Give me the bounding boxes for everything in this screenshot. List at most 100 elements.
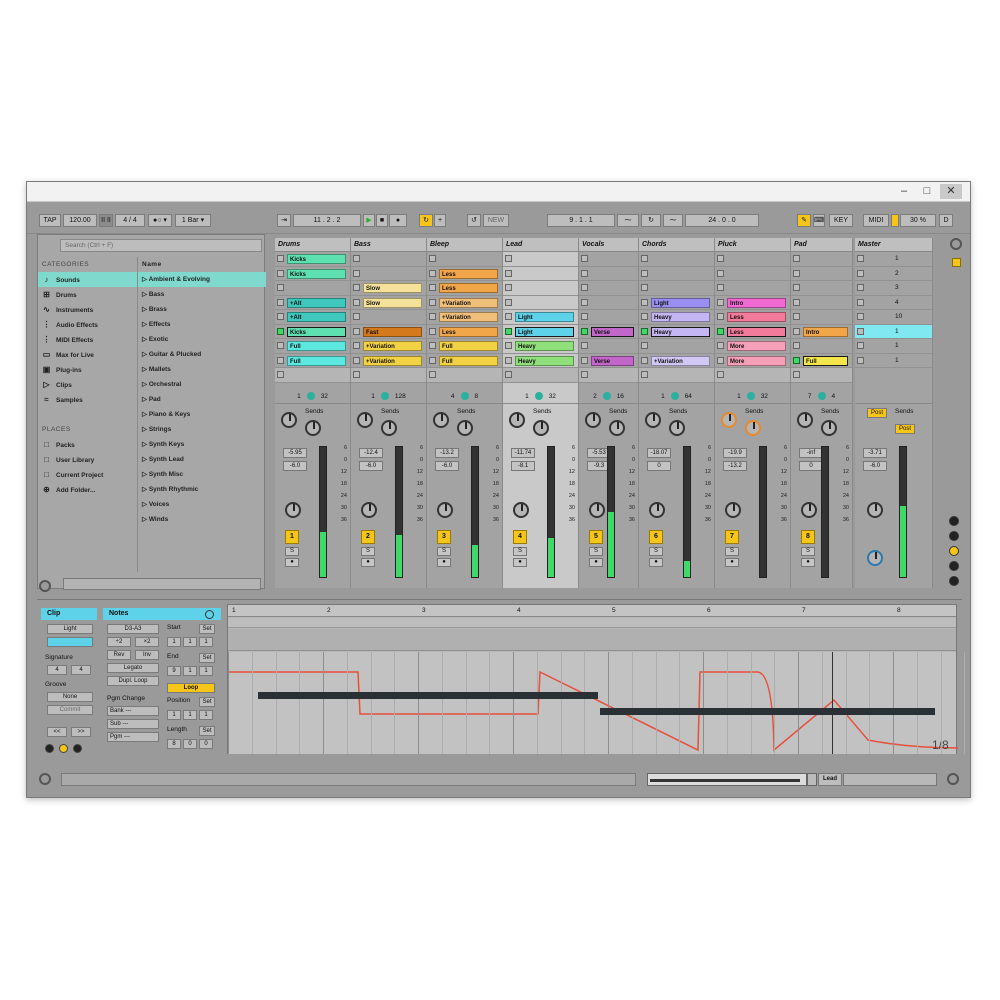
clip-name-field[interactable]: Light xyxy=(47,624,93,634)
level-meter[interactable] xyxy=(683,446,691,578)
midi-note[interactable] xyxy=(258,692,598,699)
clip-slot[interactable] xyxy=(639,281,714,296)
expand-arrow-icon[interactable]: ▷ xyxy=(142,291,149,298)
clip-color-field[interactable] xyxy=(47,637,93,647)
info-toggle-icon[interactable] xyxy=(39,580,51,592)
view-switch-icon[interactable] xyxy=(949,561,959,571)
output-channel[interactable]: 32 xyxy=(321,393,328,400)
clip-slot[interactable]: More xyxy=(715,354,790,368)
position-bar[interactable]: 1 xyxy=(167,710,181,720)
send-a-knob[interactable] xyxy=(721,412,737,428)
input-channel[interactable]: 7 xyxy=(808,393,812,400)
clip-slot[interactable]: Less xyxy=(715,325,790,339)
clip-slot[interactable]: Full xyxy=(427,339,502,354)
level-meter[interactable] xyxy=(319,446,327,578)
pan-knob[interactable] xyxy=(589,502,605,518)
level-meter[interactable] xyxy=(821,446,829,578)
category-5[interactable]: ▭ Max for Live xyxy=(38,347,137,362)
place-1[interactable]: □ User Library xyxy=(38,452,137,467)
pan-knob[interactable] xyxy=(513,502,529,518)
clip[interactable]: +Alt xyxy=(287,297,346,308)
clip[interactable]: Less xyxy=(439,283,498,293)
midi-note-editor[interactable]: 1 2 3 4 5 6 7 8 1/8 xyxy=(227,604,966,754)
clip-launch-icon[interactable] xyxy=(505,313,512,320)
send-a-knob[interactable] xyxy=(433,412,449,428)
notes-toggle-icon[interactable] xyxy=(59,744,68,753)
clip-slot[interactable]: Intro xyxy=(715,296,790,310)
clip-stop-icon[interactable] xyxy=(353,313,360,320)
automation-icon[interactable]: ↺ xyxy=(467,214,481,227)
clip-launch-icon[interactable] xyxy=(641,298,648,306)
category-2[interactable]: ∿ Instruments xyxy=(38,302,137,317)
clip-stop-icon[interactable] xyxy=(429,255,436,262)
clip-stop-icon[interactable] xyxy=(581,255,588,262)
clip[interactable]: Heavy xyxy=(651,312,710,322)
volume-readout[interactable]: -inf xyxy=(799,448,823,458)
clip-launch-icon[interactable] xyxy=(277,313,284,320)
maximize-button[interactable]: □ xyxy=(916,184,938,199)
length-sixteenths[interactable]: 0 xyxy=(199,739,213,749)
send-b-knob[interactable] xyxy=(609,420,625,436)
expand-arrow-icon[interactable]: ▷ xyxy=(142,321,149,328)
clip[interactable]: Verse xyxy=(591,355,634,366)
view-switch-icon[interactable] xyxy=(949,516,959,526)
clip-slot[interactable]: +Variation xyxy=(427,310,502,325)
scene-launch-icon[interactable] xyxy=(857,313,864,320)
note-range-field[interactable]: D3-A3 xyxy=(107,624,159,634)
punch-in-icon[interactable]: ⁓ xyxy=(617,214,639,227)
clip-slot[interactable]: Less xyxy=(427,325,502,339)
sig-denominator[interactable]: 4 xyxy=(71,665,91,675)
clip-slot[interactable] xyxy=(503,296,578,310)
clip[interactable]: Intro xyxy=(727,297,786,308)
follow-icon[interactable]: ⇥ xyxy=(277,214,291,227)
search-input[interactable]: Search (Ctrl + F) xyxy=(60,239,262,252)
clip-slot[interactable]: Kicks xyxy=(275,325,350,339)
clip-slot[interactable]: Full xyxy=(427,354,502,368)
zoom-overview[interactable] xyxy=(647,773,807,786)
end-set-button[interactable]: Set xyxy=(199,653,215,663)
commit-button[interactable]: Commit xyxy=(47,705,93,715)
clip-launch-icon[interactable] xyxy=(277,342,284,349)
clip-slot[interactable]: Heavy xyxy=(503,354,578,368)
clip-launch-icon[interactable] xyxy=(793,327,800,335)
clip-slot[interactable] xyxy=(579,252,638,267)
send-a-knob[interactable] xyxy=(585,412,601,428)
loop-brace[interactable] xyxy=(228,618,956,628)
track-title[interactable]: Bass xyxy=(351,238,426,252)
clip-launch-icon[interactable] xyxy=(717,313,724,320)
output-channel[interactable]: 16 xyxy=(617,393,624,400)
expand-arrow-icon[interactable]: ▷ xyxy=(142,441,149,448)
expand-arrow-icon[interactable]: ▷ xyxy=(142,411,149,418)
clip-launch-icon[interactable] xyxy=(277,269,284,277)
input-channel[interactable]: 1 xyxy=(297,393,301,400)
clip-slot[interactable]: Kicks xyxy=(275,267,350,281)
scene-slot[interactable]: 1 xyxy=(855,339,932,354)
record-button[interactable]: ● xyxy=(389,214,407,227)
pan-knob[interactable] xyxy=(437,502,453,518)
clip[interactable]: Less xyxy=(727,326,786,337)
clip[interactable]: Full xyxy=(439,341,498,351)
stop-clips-slot[interactable] xyxy=(503,368,578,383)
clip[interactable]: +Variation xyxy=(439,297,498,308)
pan-knob[interactable] xyxy=(801,502,817,518)
scene-launch-icon[interactable] xyxy=(857,298,864,306)
expand-arrow-icon[interactable]: ▷ xyxy=(142,306,149,313)
note-grid[interactable]: 1/8 xyxy=(228,652,966,754)
new-button[interactable]: NEW xyxy=(483,214,509,227)
halve-button[interactable]: ÷2 xyxy=(107,637,131,647)
solo-button[interactable]: S xyxy=(649,547,663,556)
session-scroll-icon[interactable] xyxy=(950,238,962,250)
device-icon[interactable] xyxy=(380,392,389,401)
clip-slot[interactable] xyxy=(791,339,852,354)
clip-slot[interactable] xyxy=(639,267,714,281)
expand-arrow-icon[interactable]: ▷ xyxy=(142,396,149,403)
browser-item[interactable]: ▷ Mallets xyxy=(138,362,266,377)
clip-stop-icon[interactable] xyxy=(505,255,512,262)
notes-fold-icon[interactable] xyxy=(205,610,214,619)
expand-arrow-icon[interactable]: ▷ xyxy=(142,336,149,343)
arm-button[interactable]: ● xyxy=(437,558,451,567)
category-1[interactable]: ⊞ Drums xyxy=(38,287,137,302)
clip-slot[interactable] xyxy=(579,339,638,354)
clip-slot[interactable] xyxy=(503,252,578,267)
clip-slot[interactable]: Less xyxy=(427,267,502,281)
